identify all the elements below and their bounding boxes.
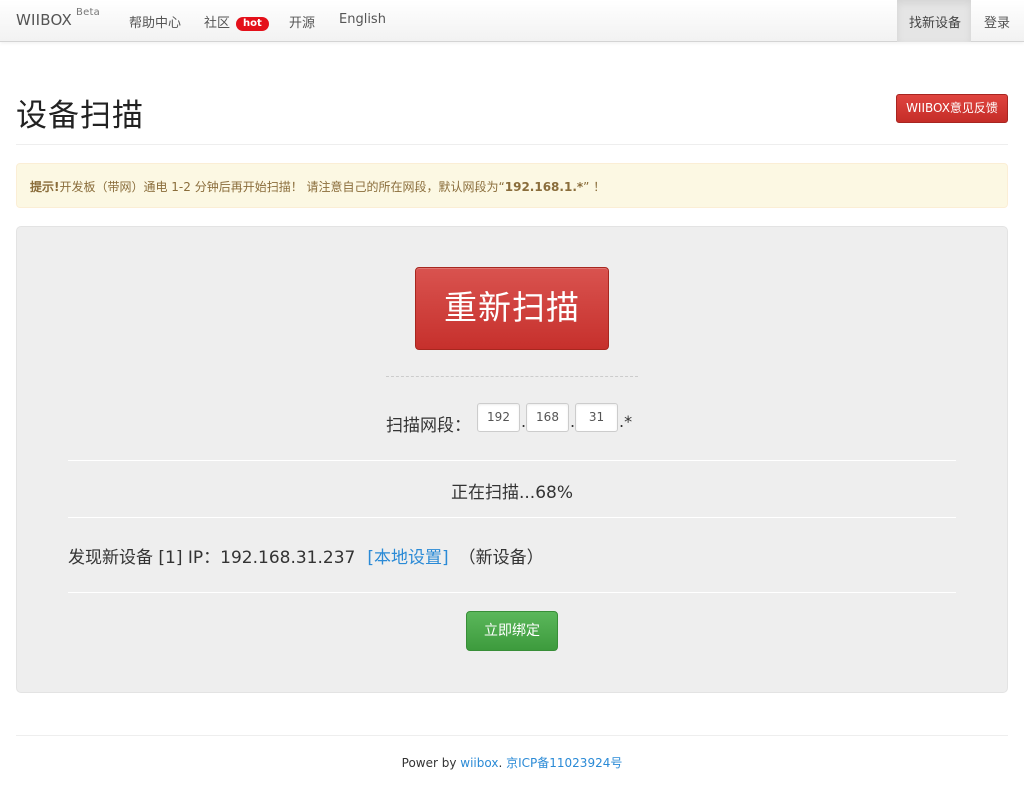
- local-settings-link[interactable]: [本地设置]: [367, 548, 448, 568]
- divider: [68, 517, 956, 518]
- segment-octet-2-input[interactable]: 168: [526, 403, 569, 432]
- nav-community[interactable]: 社区 hot: [204, 12, 269, 32]
- feedback-button[interactable]: WIIBOX意见反馈: [896, 94, 1008, 123]
- nav-help-center[interactable]: 帮助中心: [129, 12, 181, 31]
- alert-text: 提示!开发板（带网）通电 1-2 分钟后再开始扫描！ 请注意自己的所在网段，默认…: [30, 178, 605, 195]
- segment-wildcard: .*: [619, 412, 633, 431]
- brand-name[interactable]: WIIBOX: [16, 11, 72, 29]
- footer-prefix: Power by: [401, 756, 461, 770]
- divider: [68, 460, 956, 461]
- alert-text-1: 开发板（带网）通电 1-2 分钟后再开始扫描！ 请注意自己的所在网段，默认网段为…: [59, 180, 505, 194]
- nav-login[interactable]: 登录: [984, 12, 1010, 31]
- footer-divider: [16, 735, 1008, 736]
- nav-community-label[interactable]: 社区: [204, 16, 230, 31]
- divider: [68, 592, 956, 593]
- alert-strong: 提示!: [30, 180, 60, 194]
- alert-text-2: ” ！: [583, 180, 606, 194]
- bind-now-button[interactable]: 立即绑定: [466, 611, 558, 651]
- segment-octet-3-input[interactable]: 31: [575, 403, 618, 432]
- nav-find-device[interactable]: 找新设备: [897, 0, 971, 42]
- found-device-row: 发现新设备 [1] IP：192.168.31.237 [本地设置] （新设备）: [68, 543, 544, 568]
- top-navbar: WIIBOX Beta 帮助中心 社区 hot 开源 English 找新设备 登录: [0, 0, 1024, 42]
- dashed-divider: [386, 376, 638, 377]
- new-device-tag: （新设备）: [458, 548, 544, 568]
- hot-badge: hot: [236, 17, 269, 31]
- nav-open-source[interactable]: 开源: [289, 12, 315, 31]
- footer-sep: .: [498, 756, 507, 770]
- nav-english[interactable]: English: [339, 12, 386, 27]
- brand-logo[interactable]: WIIBOX Beta: [16, 7, 100, 29]
- found-device-text: 发现新设备 [1] IP：192.168.31.237: [68, 548, 356, 568]
- rescan-button[interactable]: 重新扫描: [415, 267, 609, 350]
- nav-find-device-label[interactable]: 找新设备: [909, 12, 961, 31]
- header-divider: [16, 144, 1008, 145]
- footer-wiibox-link[interactable]: wiibox: [460, 756, 498, 770]
- warning-alert: 提示!开发板（带网）通电 1-2 分钟后再开始扫描！ 请注意自己的所在网段，默认…: [16, 163, 1008, 208]
- segment-octet-1-input[interactable]: 192: [477, 403, 520, 432]
- page-title: 设备扫描: [16, 98, 144, 134]
- brand-beta-tag: Beta: [76, 7, 100, 18]
- footer: Power by wiibox. 京ICP备11023924号: [0, 754, 1024, 771]
- alert-default-segment: 192.168.1.*: [504, 180, 584, 194]
- footer-icp-link[interactable]: 京ICP备11023924号: [506, 756, 622, 770]
- segment-label: 扫描网段：: [386, 416, 471, 436]
- scan-status: 正在扫描...68%: [451, 483, 573, 503]
